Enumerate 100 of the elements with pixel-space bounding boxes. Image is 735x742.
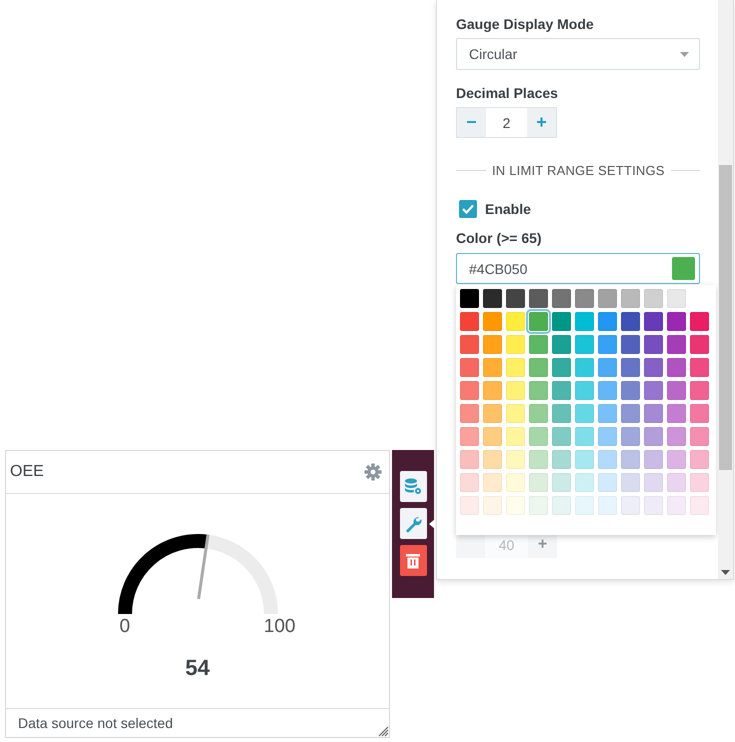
color-swatch[interactable]: [575, 312, 594, 331]
color-swatch[interactable]: [621, 335, 640, 354]
color-swatch[interactable]: [460, 335, 479, 354]
decrement-button[interactable]: −: [457, 108, 486, 137]
color-swatch[interactable]: [575, 335, 594, 354]
color-swatch[interactable]: [483, 358, 502, 377]
color-swatch[interactable]: [644, 473, 663, 492]
color-swatch[interactable]: [506, 427, 525, 446]
color-swatch[interactable]: [529, 404, 548, 423]
color-swatch[interactable]: [552, 335, 571, 354]
color-swatch[interactable]: [529, 473, 548, 492]
color-swatch[interactable]: [529, 381, 548, 400]
color-swatch[interactable]: [460, 473, 479, 492]
color-swatch[interactable]: [690, 312, 709, 331]
color-swatch[interactable]: [690, 381, 709, 400]
color-swatch[interactable]: [483, 381, 502, 400]
color-swatch[interactable]: [552, 404, 571, 423]
increment-button[interactable]: +: [527, 108, 556, 137]
scroll-down-icon[interactable]: [721, 570, 730, 575]
color-swatch[interactable]: [483, 312, 502, 331]
color-swatch[interactable]: [506, 381, 525, 400]
scrollbar[interactable]: [718, 0, 733, 579]
color-swatch[interactable]: [506, 496, 525, 515]
color-swatch[interactable]: [575, 404, 594, 423]
display-mode-select[interactable]: Circular: [456, 38, 700, 70]
color-swatch[interactable]: [621, 450, 640, 469]
color-swatch[interactable]: [621, 381, 640, 400]
color-swatch[interactable]: [552, 427, 571, 446]
color-swatch[interactable]: [690, 473, 709, 492]
color-swatch[interactable]: [552, 312, 571, 331]
color-swatch[interactable]: [644, 404, 663, 423]
color-swatch[interactable]: [667, 473, 686, 492]
color-swatch[interactable]: [460, 381, 479, 400]
color-swatch[interactable]: [552, 496, 571, 515]
color-swatch[interactable]: [598, 404, 617, 423]
color-swatch[interactable]: [460, 404, 479, 423]
color-swatch[interactable]: [552, 381, 571, 400]
color-swatch[interactable]: [529, 427, 548, 446]
color-swatch[interactable]: [690, 335, 709, 354]
color-swatch[interactable]: [552, 473, 571, 492]
color-swatch[interactable]: [667, 381, 686, 400]
color-swatch[interactable]: [644, 450, 663, 469]
color-swatch[interactable]: [483, 427, 502, 446]
color-swatch[interactable]: [460, 289, 479, 308]
color-swatch[interactable]: [667, 450, 686, 469]
color-swatch[interactable]: [506, 289, 525, 308]
color-swatch[interactable]: [644, 496, 663, 515]
color-swatch[interactable]: [621, 404, 640, 423]
color-swatch[interactable]: [483, 450, 502, 469]
color-swatch[interactable]: [690, 427, 709, 446]
color-swatch[interactable]: [460, 450, 479, 469]
color-swatch[interactable]: [575, 450, 594, 469]
color-swatch[interactable]: [575, 427, 594, 446]
color-swatch[interactable]: [690, 450, 709, 469]
color-swatch[interactable]: [483, 335, 502, 354]
color-swatch[interactable]: [644, 312, 663, 331]
color-swatch[interactable]: [598, 335, 617, 354]
color-swatch[interactable]: [690, 358, 709, 377]
color-swatch[interactable]: [667, 335, 686, 354]
color-swatch[interactable]: [598, 312, 617, 331]
color-swatch[interactable]: [552, 450, 571, 469]
color-swatch[interactable]: [644, 289, 663, 308]
color-swatch[interactable]: [460, 358, 479, 377]
color-swatch[interactable]: [690, 404, 709, 423]
color-swatch[interactable]: [575, 496, 594, 515]
color-swatch[interactable]: [483, 473, 502, 492]
increment-button[interactable]: +: [528, 532, 557, 558]
data-source-button[interactable]: [400, 471, 426, 502]
color-swatch[interactable]: [644, 427, 663, 446]
color-swatch[interactable]: [667, 496, 686, 515]
color-swatch[interactable]: [529, 289, 548, 308]
color-swatch[interactable]: [667, 358, 686, 377]
color-swatch[interactable]: [529, 450, 548, 469]
color-swatch[interactable]: [644, 358, 663, 377]
color-field[interactable]: #4CB050: [456, 253, 700, 284]
color-swatch[interactable]: [483, 289, 502, 308]
color-swatch[interactable]: [460, 312, 479, 331]
color-swatch[interactable]: [575, 473, 594, 492]
color-swatch[interactable]: [690, 496, 709, 515]
color-swatch[interactable]: [598, 473, 617, 492]
color-swatch[interactable]: [598, 427, 617, 446]
settings-button[interactable]: [400, 508, 426, 539]
color-swatch[interactable]: [621, 496, 640, 515]
color-swatch[interactable]: [529, 312, 548, 331]
color-swatch[interactable]: [575, 289, 594, 308]
color-swatch[interactable]: [621, 427, 640, 446]
color-swatch[interactable]: [506, 404, 525, 423]
color-swatch[interactable]: [529, 335, 548, 354]
color-swatch[interactable]: [506, 335, 525, 354]
color-swatch[interactable]: [529, 358, 548, 377]
color-swatch[interactable]: [644, 381, 663, 400]
color-swatch[interactable]: [621, 312, 640, 331]
color-swatch[interactable]: [460, 427, 479, 446]
color-swatch[interactable]: [506, 450, 525, 469]
color-swatch[interactable]: [552, 358, 571, 377]
color-swatch[interactable]: [483, 496, 502, 515]
color-swatch[interactable]: [598, 358, 617, 377]
scrollbar-thumb[interactable]: [719, 165, 732, 470]
resize-grip-icon[interactable]: [378, 726, 389, 737]
color-swatch[interactable]: [575, 381, 594, 400]
